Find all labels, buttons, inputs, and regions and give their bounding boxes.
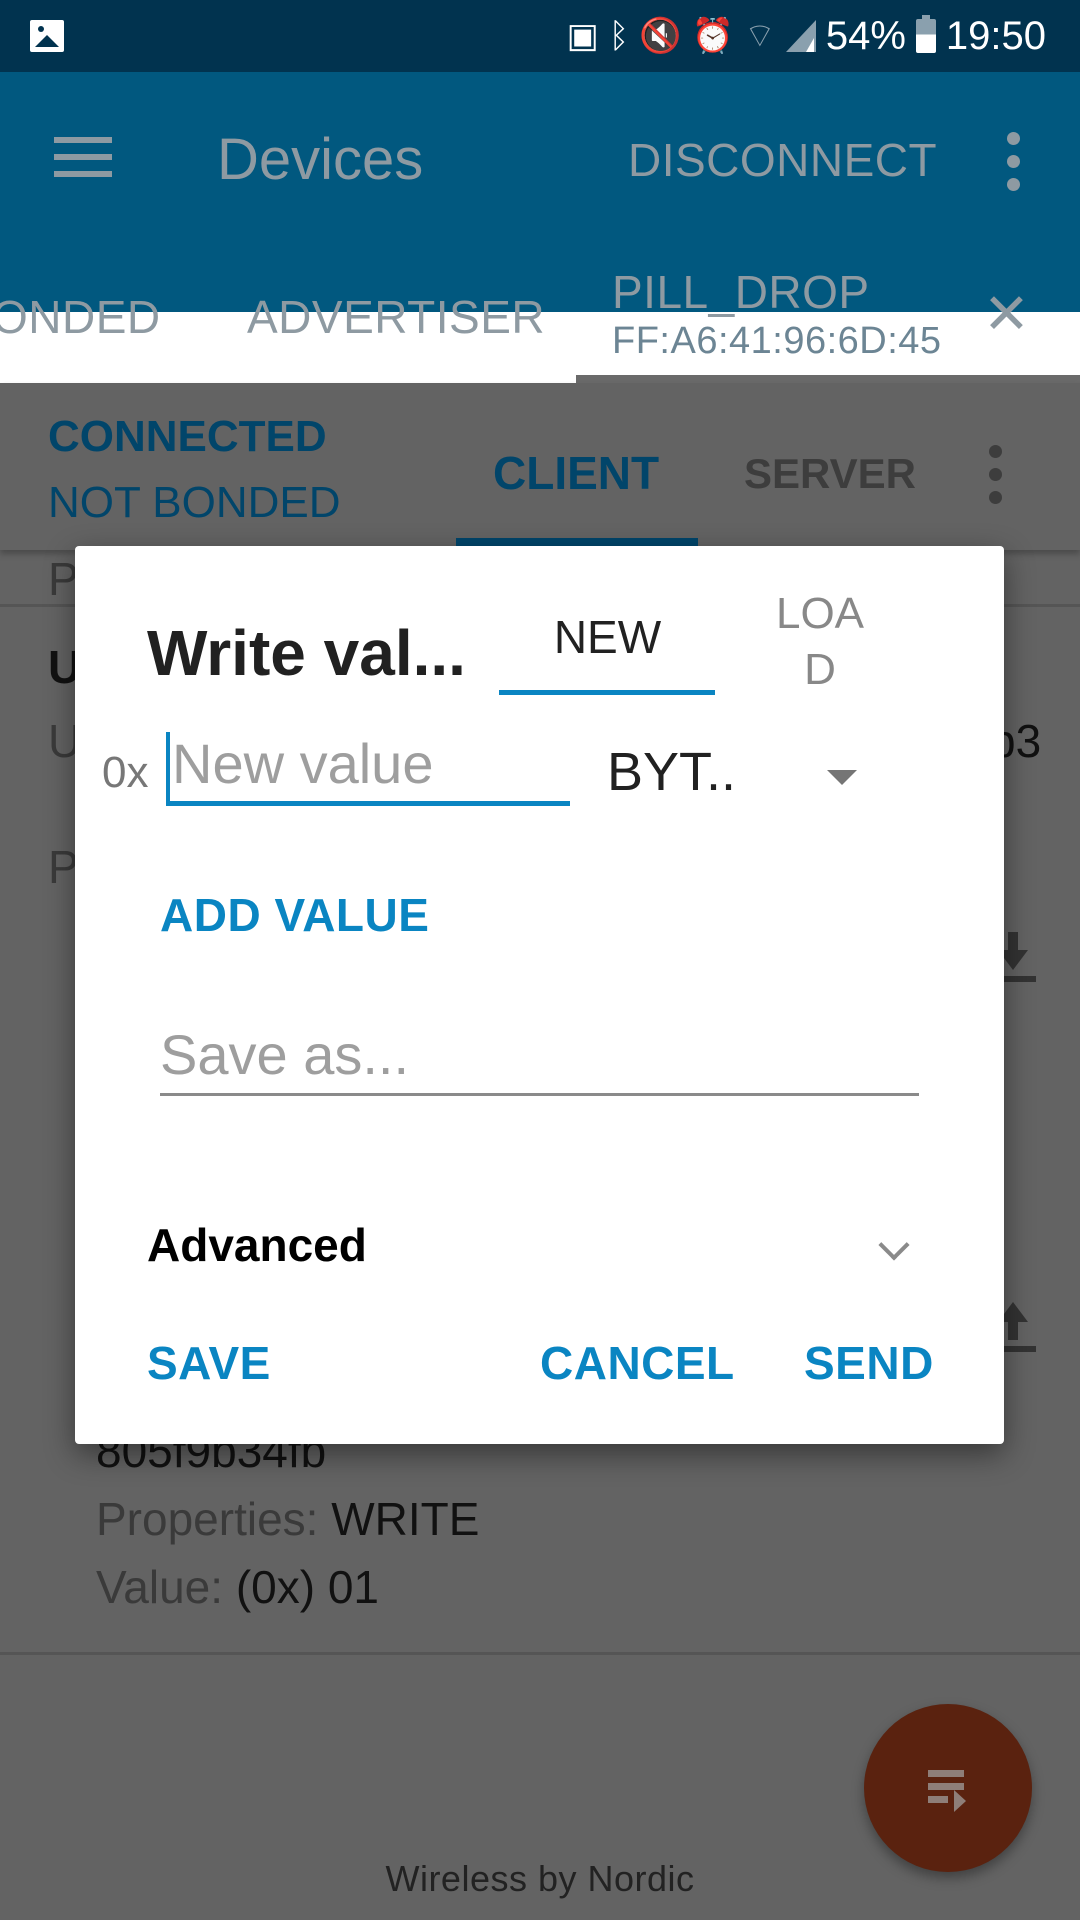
save-button[interactable]: SAVE: [147, 1336, 271, 1390]
tab-indicator: [499, 690, 715, 695]
advanced-toggle[interactable]: Advanced: [147, 1218, 367, 1272]
battery-saver-icon: ▣: [566, 17, 599, 55]
write-value-dialog: Write val... NEW LOA D 0x BYT.. ADD VALU…: [75, 546, 1004, 1444]
divider: [0, 1652, 1080, 1655]
tab-client[interactable]: CLIENT: [493, 446, 659, 500]
clock: 19:50: [945, 13, 1046, 58]
disconnect-button[interactable]: DISCONNECT: [628, 133, 937, 187]
tab-advertiser[interactable]: ADVERTISER: [247, 290, 545, 344]
add-value-button[interactable]: ADD VALUE: [160, 888, 429, 942]
battery-percent: 54%: [825, 13, 906, 58]
properties-value: WRITE: [331, 1493, 480, 1545]
tab-load[interactable]: LOA D: [760, 586, 880, 698]
tab-load-line: LOA: [775, 589, 865, 638]
tab-device-address: FF:A6:41:96:6D:45: [612, 320, 942, 362]
connection-state: CONNECTED: [48, 412, 327, 461]
tab-bonded[interactable]: ONDED: [0, 290, 161, 344]
format-select[interactable]: BYT..: [607, 741, 736, 803]
new-value-input[interactable]: [166, 726, 570, 806]
status-bar: ▣ ᛒ 🔇 ⏰ ⌔ 54% 19:50: [0, 0, 1080, 72]
value-label: Value:: [96, 1561, 224, 1613]
app-bar: [0, 72, 1080, 312]
signal-icon: [785, 20, 816, 52]
app-title: Devices: [217, 127, 424, 192]
properties-row: Properties: WRITE: [96, 1492, 479, 1546]
bond-state: NOT BONDED: [48, 478, 341, 527]
dropdown-arrow-icon[interactable]: [827, 770, 857, 785]
chevron-down-icon[interactable]: [878, 1229, 910, 1261]
tab-load-line: D: [804, 645, 836, 694]
log-fab-button[interactable]: [864, 1704, 1032, 1872]
hex-prefix: 0x: [102, 748, 149, 797]
tab-indicator: [456, 538, 698, 546]
value-value: (0x) 01: [235, 1561, 379, 1613]
more-vert-icon[interactable]: [1007, 132, 1021, 192]
vibrate-mute-icon: 🔇: [639, 17, 682, 55]
tab-indicator: [576, 375, 1080, 383]
bluetooth-icon: ᛒ: [608, 17, 630, 55]
save-as-input[interactable]: [160, 1016, 919, 1096]
send-button[interactable]: SEND: [804, 1336, 934, 1390]
wifi-icon: ⌔: [743, 17, 776, 55]
properties-label: Properties:: [96, 1493, 319, 1545]
value-row: Value: (0x) 01: [96, 1560, 379, 1614]
tab-server[interactable]: SERVER: [744, 450, 916, 498]
tab-device-name[interactable]: PILL_DROP: [612, 265, 870, 319]
status-icons: ▣ ᛒ 🔇 ⏰ ⌔ 54% 19:50: [567, 10, 1046, 62]
alarm-icon: ⏰: [691, 17, 734, 55]
hamburger-menu-icon[interactable]: [54, 137, 112, 177]
cancel-button[interactable]: CANCEL: [540, 1336, 735, 1390]
close-icon[interactable]: ✕: [983, 286, 1030, 342]
footer-brand: Wireless by Nordic: [385, 1858, 695, 1899]
dialog-title: Write val...: [147, 617, 466, 689]
tab-new[interactable]: NEW: [500, 610, 715, 664]
more-vert-icon[interactable]: [989, 445, 1003, 505]
text-caret: [166, 732, 170, 802]
gallery-icon: [30, 20, 64, 52]
battery-icon: [915, 15, 936, 53]
